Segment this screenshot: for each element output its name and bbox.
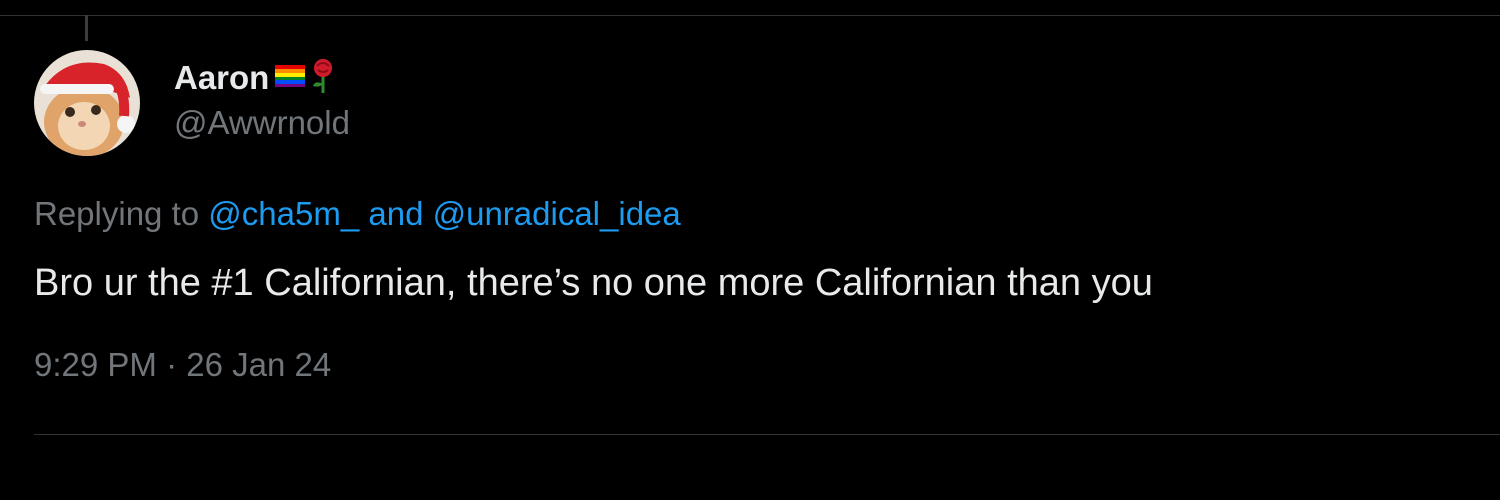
tweet-time[interactable]: 9:29 PM [34, 346, 157, 383]
tweet-meta: 9:29 PM · 26 Jan 24 [34, 345, 1500, 385]
cat-santa-hat-avatar-icon [34, 50, 140, 156]
tweet: Aaron @Awwrnold Replying to @cha5m_ and … [34, 50, 1500, 385]
mention-link[interactable]: @cha5m_ [208, 195, 359, 232]
display-name[interactable]: Aaron [174, 58, 269, 98]
avatar[interactable] [34, 50, 140, 156]
top-divider [0, 15, 1500, 16]
author-handle[interactable]: @Awwrnold [174, 103, 350, 143]
rainbow-flag-icon [275, 64, 306, 92]
meta-separator: · [166, 346, 178, 383]
rose-icon [309, 58, 337, 99]
display-name-row: Aaron [174, 58, 350, 99]
thread-connector-line [85, 15, 88, 41]
tweet-date[interactable]: 26 Jan 24 [186, 346, 331, 383]
mention-link[interactable]: @unradical_idea [433, 195, 681, 232]
replying-to-line: Replying to @cha5m_ and @unradical_idea [34, 194, 1500, 234]
bottom-divider [34, 434, 1500, 435]
author-names: Aaron @Awwrnold [174, 58, 350, 143]
reply-joiner[interactable]: and [368, 195, 423, 232]
replying-to-label: Replying to [34, 195, 200, 232]
tweet-header: Aaron @Awwrnold [34, 50, 1500, 156]
tweet-text: Bro ur the #1 Californian, there’s no on… [34, 262, 1153, 304]
